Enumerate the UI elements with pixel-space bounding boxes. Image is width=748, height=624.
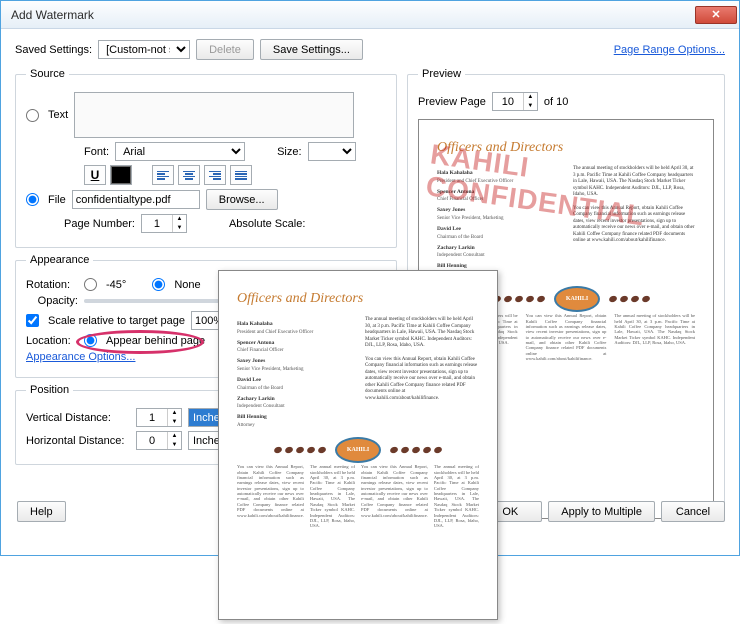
position-legend: Position [26,384,73,396]
source-legend: Source [26,68,69,80]
rotation-none-radio[interactable] [152,278,165,291]
appearance-legend: Appearance [26,254,93,266]
preview-of-label: of 10 [544,96,568,108]
rotation-neg45-label: -45° [106,279,126,291]
source-text-label: Text [48,109,68,121]
opacity-label: Opacity: [26,295,78,307]
align-right-icon[interactable] [204,165,226,185]
scale-relative-checkbox[interactable] [26,314,39,327]
action-buttons: OK Apply to Multiple Cancel [478,501,725,522]
font-select[interactable]: Arial [115,142,245,161]
rotation-none-label: None [174,279,200,291]
vertical-distance-label: Vertical Distance: [26,412,130,424]
browse-button[interactable]: Browse... [206,189,278,210]
source-group: Source Text Font: Arial Size: [15,68,397,248]
delete-button[interactable]: Delete [196,39,254,60]
align-center-icon[interactable] [178,165,200,185]
align-left-icon[interactable] [152,165,174,185]
source-file-label: File [48,194,66,206]
scale-relative-label: Scale relative to target page [48,315,185,327]
watermark-text-input[interactable] [74,92,354,138]
stepper-up-icon[interactable]: ▲ [173,215,186,224]
logo-badge: KAHILI [554,286,600,312]
doc-title: Officers and Directors [437,140,695,156]
size-select[interactable] [308,142,356,161]
horizontal-distance-stepper[interactable]: ▲▼ [136,431,182,450]
vertical-distance-stepper[interactable]: ▲▼ [136,408,182,427]
close-icon: ✕ [711,8,720,21]
location-label: Location: [26,335,78,347]
source-text-radio[interactable] [26,109,39,122]
stepper-down-icon[interactable]: ▼ [173,224,186,233]
save-settings-button[interactable]: Save Settings... [260,39,363,60]
close-button[interactable]: ✕ [695,6,737,24]
window-title: Add Watermark [11,8,695,22]
help-button[interactable]: Help [17,501,66,522]
size-label: Size: [277,146,301,158]
file-path-input[interactable] [72,190,200,209]
preview-page-stepper[interactable]: ▲▼ [492,92,538,111]
page-number-stepper[interactable]: ▲▼ [141,214,187,233]
vertical-distance-input[interactable] [137,409,167,426]
source-file-radio[interactable] [26,193,39,206]
horizontal-distance-input[interactable] [137,432,167,449]
text-style-toolbar: U [84,165,252,185]
cancel-button[interactable]: Cancel [661,501,725,522]
page-range-link[interactable]: Page Range Options... [614,44,725,56]
preview-page-label: Preview Page [418,96,486,108]
appearance-options-link[interactable]: Appearance Options... [26,351,135,363]
titlebar: Add Watermark ✕ [1,1,739,29]
font-label: Font: [84,146,109,158]
align-justify-icon[interactable] [230,165,252,185]
appear-behind-radio[interactable] [84,334,97,347]
top-row: Saved Settings: [Custom-not saved] Delet… [15,39,725,60]
popup-sample-document: Officers and Directors Hala Kahalaha Pre… [218,270,498,620]
apply-multiple-button[interactable]: Apply to Multiple [548,501,655,522]
rotation-label: Rotation: [26,279,78,291]
saved-settings-select[interactable]: [Custom-not saved] [98,40,190,59]
appear-behind-label: Appear behind page [106,335,205,347]
absolute-scale-label: Absolute Scale: [229,218,305,230]
underline-icon[interactable]: U [84,165,106,185]
saved-settings-label: Saved Settings: [15,44,92,56]
preview-legend: Preview [418,68,465,80]
rotation-neg45-radio[interactable] [84,278,97,291]
preview-page-input[interactable] [493,93,523,110]
color-swatch[interactable] [110,165,132,185]
horizontal-distance-label: Horizontal Distance: [26,435,130,447]
page-number-input[interactable] [142,215,172,232]
page-number-label: Page Number: [64,218,135,230]
